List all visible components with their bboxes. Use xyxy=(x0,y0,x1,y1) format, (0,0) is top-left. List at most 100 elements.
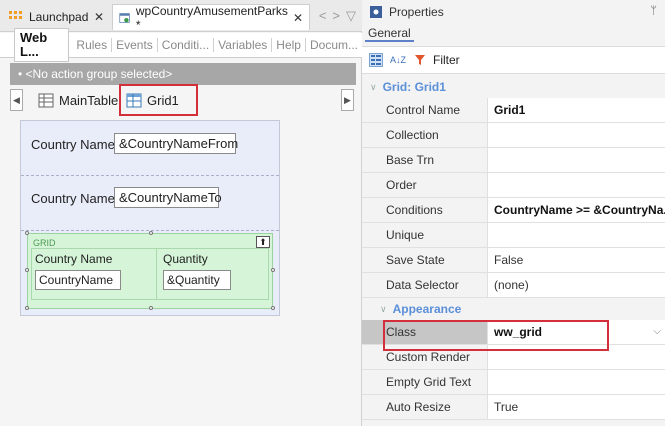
section-grid-title: Grid: Grid1 xyxy=(382,80,446,94)
section-appearance[interactable]: ∨ Appearance xyxy=(362,298,665,320)
object-section-tabs: Web L... Rules Events Conditi... Variabl… xyxy=(0,28,362,62)
property-name: Save State xyxy=(362,248,488,272)
section-grid[interactable]: ∨ Grid: Grid1 xyxy=(362,76,665,98)
property-value[interactable]: True xyxy=(488,395,665,419)
property-row-control-name[interactable]: Control Name Grid1 xyxy=(362,98,665,123)
properties-title: Properties xyxy=(389,5,444,19)
grid-control[interactable]: GRID ⬆ Country Name CountryName Quantity… xyxy=(25,231,275,310)
property-value[interactable] xyxy=(488,223,665,247)
layout-canvas: Country Name &CountryNameFrom Country Na… xyxy=(20,120,280,316)
tab-general[interactable]: General xyxy=(365,26,414,42)
tab-documentation[interactable]: Docum... xyxy=(306,38,362,52)
tab-navigation: < > ▽ xyxy=(319,8,356,24)
resize-handle[interactable] xyxy=(149,231,153,235)
categorized-icon[interactable] xyxy=(369,53,383,67)
properties-icon xyxy=(370,6,382,18)
property-row-collection[interactable]: Collection xyxy=(362,123,665,148)
property-row-auto-resize[interactable]: Auto Resize True xyxy=(362,395,665,420)
tab-web-layout[interactable]: Web L... xyxy=(14,28,70,62)
filter-label[interactable]: Filter xyxy=(433,53,460,67)
property-value[interactable]: Grid1 xyxy=(488,98,665,122)
layout-tab-maintable[interactable]: MainTable xyxy=(38,89,118,111)
property-row-unique[interactable]: Unique xyxy=(362,223,665,248)
scroll-right-button[interactable]: ▶ xyxy=(341,89,354,111)
resize-handle[interactable] xyxy=(25,268,29,272)
resize-handle[interactable] xyxy=(25,231,29,235)
property-value[interactable] xyxy=(488,370,665,394)
grid-col2-field[interactable]: &Quantity xyxy=(163,270,231,290)
chevron-down-icon[interactable]: ∨ xyxy=(380,304,387,315)
tab-help[interactable]: Help xyxy=(272,38,306,52)
highlight-grid1-tab xyxy=(119,84,198,116)
properties-pane: Properties ᛘ General A↓Z Filter ∨ Grid: … xyxy=(362,0,665,426)
tab-rules[interactable]: Rules xyxy=(72,38,113,52)
grid-tag-label: GRID xyxy=(33,238,56,248)
grid-col1-header: Country Name xyxy=(35,252,113,266)
property-name: Collection xyxy=(362,123,488,147)
webpanel-icon xyxy=(119,12,130,23)
resize-handle[interactable] xyxy=(271,268,275,272)
property-row-save-state[interactable]: Save State False xyxy=(362,248,665,273)
property-row-base-trn[interactable]: Base Trn xyxy=(362,148,665,173)
filter-icon[interactable] xyxy=(413,53,427,67)
property-name: Unique xyxy=(362,223,488,247)
scroll-left-button[interactable]: ◀ xyxy=(10,89,23,111)
tab-list-menu-icon[interactable]: ▽ xyxy=(346,8,356,24)
property-name: Data Selector xyxy=(362,273,488,297)
property-value[interactable] xyxy=(488,123,665,147)
tab-variables[interactable]: Variables xyxy=(214,38,273,52)
property-name: Conditions xyxy=(362,198,488,222)
sort-alphabetical-icon[interactable]: A↓Z xyxy=(389,53,407,67)
grid-inner-table: Country Name CountryName Quantity &Quant… xyxy=(31,248,269,300)
form-row-country-from: Country Name &CountryNameFrom xyxy=(21,121,279,176)
grid-column-divider xyxy=(156,249,157,299)
tab-webpanel-label: wpCountryAmusementParks * xyxy=(135,3,288,32)
grid-col2-header: Quantity xyxy=(163,252,208,266)
property-row-order[interactable]: Order xyxy=(362,173,665,198)
country-name-label: Country Name xyxy=(31,137,115,152)
tab-events[interactable]: Events xyxy=(112,38,158,52)
country-name-to-field[interactable]: &CountryNameTo xyxy=(114,187,222,208)
property-name: Auto Resize xyxy=(362,395,488,419)
property-name: Base Trn xyxy=(362,148,488,172)
property-name: Order xyxy=(362,173,488,197)
property-name: Control Name xyxy=(362,98,488,122)
grid-menu-icon[interactable]: ⬆ xyxy=(256,236,270,248)
form-row-country-to: Country Name &CountryNameTo xyxy=(21,176,279,231)
properties-grid: ∨ Grid: Grid1 Control Name Grid1 Collecti… xyxy=(362,76,665,420)
property-value[interactable]: CountryName >= &CountryNa... xyxy=(488,198,665,222)
section-appearance-title: Appearance xyxy=(392,302,462,316)
chevron-left-icon[interactable]: < xyxy=(319,8,327,24)
tab-webpanel[interactable]: wpCountryAmusementParks * ✕ xyxy=(112,3,310,32)
country-name-from-field[interactable]: &CountryNameFrom xyxy=(114,133,238,154)
property-value[interactable] xyxy=(488,173,665,197)
resize-handle[interactable] xyxy=(149,306,153,310)
property-value[interactable]: (none) xyxy=(488,273,665,297)
pin-icon[interactable]: ᛘ xyxy=(650,5,657,17)
resize-handle[interactable] xyxy=(25,306,29,310)
properties-toolbar: A↓Z Filter xyxy=(362,46,665,74)
launchpad-icon xyxy=(9,11,22,19)
chevron-down-icon[interactable]: ⌵ xyxy=(653,326,661,337)
property-value[interactable]: False xyxy=(488,248,665,272)
property-name: Empty Grid Text xyxy=(362,370,488,394)
close-icon[interactable]: ✕ xyxy=(293,11,303,25)
highlight-class-property xyxy=(383,320,609,351)
properties-header: Properties xyxy=(362,0,665,24)
grid-col1-field[interactable]: CountryName xyxy=(35,270,121,290)
property-row-data-selector[interactable]: Data Selector (none) xyxy=(362,273,665,298)
resize-handle[interactable] xyxy=(271,306,275,310)
chevron-down-icon[interactable]: ∨ xyxy=(370,82,377,93)
country-name-label: Country Name xyxy=(31,191,115,206)
tab-launchpad[interactable]: Launchpad ✕ xyxy=(2,4,110,30)
close-icon[interactable]: ✕ xyxy=(94,10,104,24)
table-icon xyxy=(38,93,54,107)
designer-pane: Launchpad ✕ wpCountryAmusementParks * ✕ … xyxy=(0,0,362,426)
chevron-right-icon[interactable]: > xyxy=(332,8,340,24)
property-row-empty-grid-text[interactable]: Empty Grid Text xyxy=(362,370,665,395)
property-row-conditions[interactable]: Conditions CountryName >= &CountryNa... xyxy=(362,198,665,223)
property-value[interactable] xyxy=(488,148,665,172)
tab-conditions[interactable]: Conditi... xyxy=(158,38,215,52)
tab-launchpad-label: Launchpad xyxy=(29,10,89,24)
action-group-bar[interactable]: • <No action group selected> xyxy=(10,63,356,85)
